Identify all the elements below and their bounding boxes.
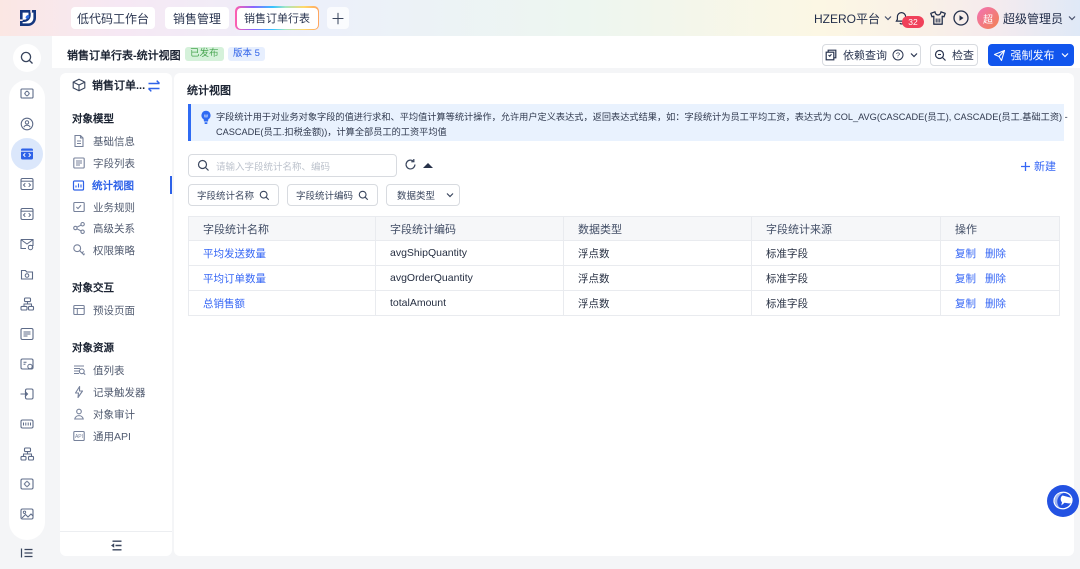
svg-text:API: API [75, 434, 83, 440]
svg-text:w: w [203, 113, 208, 119]
svg-text:?: ? [896, 51, 900, 60]
